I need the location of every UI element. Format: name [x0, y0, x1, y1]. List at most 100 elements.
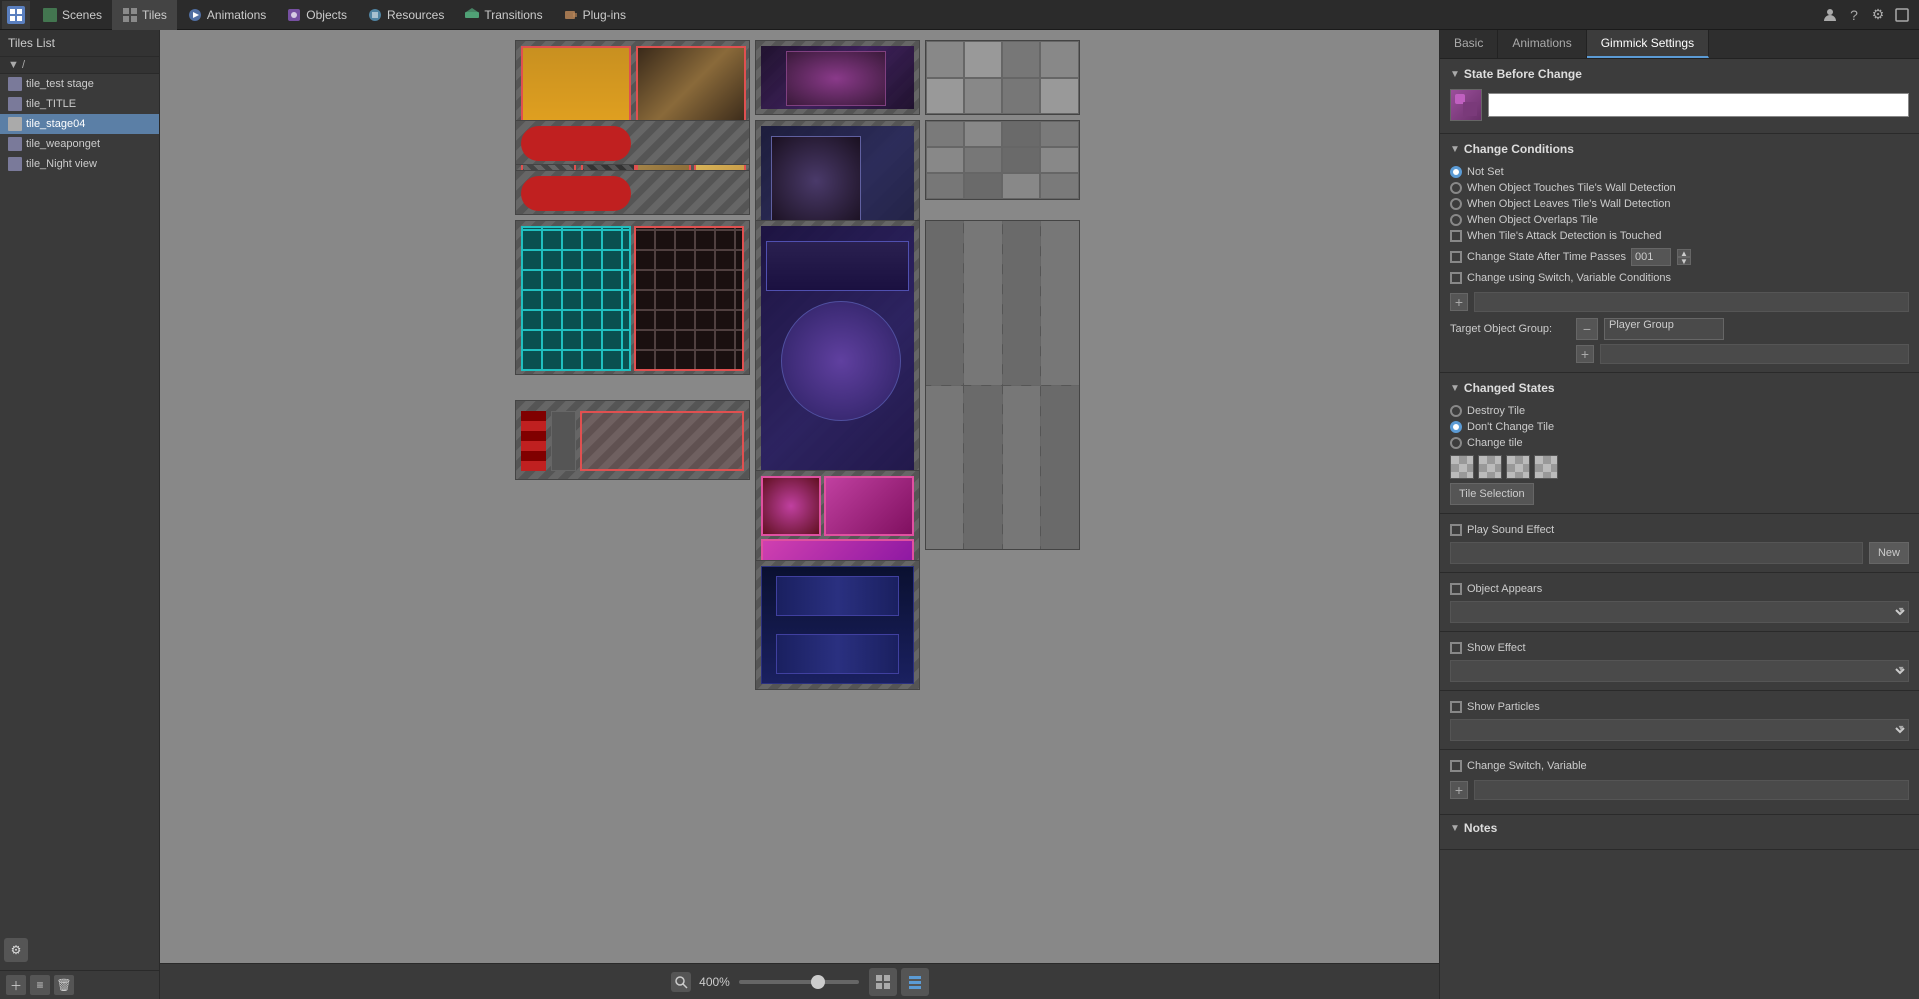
- change-conditions-header: ▼ Change Conditions: [1450, 142, 1909, 156]
- radio-change-tile-label: Change tile: [1467, 437, 1523, 449]
- checkbox-show-particles[interactable]: Show Particles: [1450, 699, 1909, 715]
- checkbox-time-passes[interactable]: Change State After Time Passes ▲ ▼: [1450, 244, 1909, 270]
- help-icon[interactable]: ?: [1845, 6, 1863, 24]
- menu-bar: Scenes Tiles Animations Objects Resource…: [0, 0, 1919, 30]
- radio-destroy-tile[interactable]: Destroy Tile: [1450, 403, 1909, 419]
- checkbox-switch-variable[interactable]: Change using Switch, Variable Conditions: [1450, 270, 1909, 286]
- gear-icon-bottom[interactable]: ⚙: [4, 938, 28, 962]
- checkbox-show-effect[interactable]: Show Effect: [1450, 640, 1909, 656]
- left-sidebar: Tiles List ▼ / tile_test stage tile_TITL…: [0, 30, 160, 999]
- checkbox-object-appears[interactable]: Object Appears: [1450, 581, 1909, 597]
- spinner: ▲ ▼: [1677, 249, 1691, 265]
- switch-input[interactable]: [1474, 780, 1909, 800]
- state-before-change-title: State Before Change: [1464, 67, 1582, 81]
- time-input[interactable]: [1631, 248, 1671, 266]
- tab-resources[interactable]: Resources: [357, 0, 454, 30]
- checkbox-attack-detection[interactable]: When Tile's Attack Detection is Touched: [1450, 228, 1909, 244]
- view-icons: [869, 968, 929, 996]
- remove-group-button[interactable]: −: [1576, 318, 1598, 340]
- object-appears-dropdown[interactable]: [1450, 601, 1909, 623]
- list-button[interactable]: ≡: [30, 975, 50, 995]
- group-select-dropdown[interactable]: Player Group: [1604, 318, 1724, 340]
- tile-preview-cell-2: [1478, 455, 1502, 479]
- change-conditions-title: Change Conditions: [1464, 142, 1574, 156]
- sidebar-item-tile-night-view[interactable]: tile_Night view: [0, 154, 159, 174]
- checkbox-change-switch[interactable]: Change Switch, Variable: [1450, 758, 1909, 774]
- tab-animations[interactable]: Animations: [1498, 30, 1586, 58]
- collapse-toggle-3[interactable]: ▼: [1450, 383, 1460, 394]
- state-before-change-header: ▼ State Before Change: [1450, 67, 1909, 81]
- collapse-toggle[interactable]: ▼: [1450, 69, 1460, 80]
- layer-view-icon[interactable]: [901, 968, 929, 996]
- plus-row-switch: +: [1450, 780, 1909, 800]
- window-icon[interactable]: [1893, 6, 1911, 24]
- checkbox-switch-var-label: Change Switch, Variable: [1467, 760, 1587, 772]
- tab-scenes[interactable]: Scenes: [32, 0, 112, 30]
- change-switch-section: Change Switch, Variable +: [1440, 750, 1919, 815]
- grid-view-icon[interactable]: [869, 968, 897, 996]
- radio-destroy-circle: [1450, 405, 1462, 417]
- radio-dont-change-label: Don't Change Tile: [1467, 421, 1554, 433]
- radio-overlaps-tile-circle: [1450, 214, 1462, 226]
- state-before-change-input[interactable]: [1488, 93, 1909, 117]
- show-particles-dropdown[interactable]: [1450, 719, 1909, 741]
- tab-transitions[interactable]: Transitions: [454, 0, 552, 30]
- radio-not-set[interactable]: Not Set: [1450, 164, 1909, 180]
- radio-overlaps-tile[interactable]: When Object Overlaps Tile: [1450, 212, 1909, 228]
- person-icon[interactable]: [1821, 6, 1839, 24]
- tile-preview-cell-4: [1534, 455, 1558, 479]
- checkbox-play-sound[interactable]: Play Sound Effect: [1450, 522, 1909, 538]
- sidebar-item-tile-stage04[interactable]: tile_stage04: [0, 114, 159, 134]
- tile-selection-button[interactable]: Tile Selection: [1450, 483, 1534, 505]
- zoom-slider[interactable]: [739, 980, 859, 984]
- add-condition-button[interactable]: +: [1450, 293, 1468, 311]
- tab-tiles[interactable]: Tiles: [112, 0, 177, 30]
- main-layout: Tiles List ▼ / tile_test stage tile_TITL…: [0, 30, 1919, 999]
- sidebar-item-tile-title[interactable]: tile_TITLE: [0, 94, 159, 114]
- canvas-area[interactable]: 400%: [160, 30, 1439, 999]
- radio-touches-wall[interactable]: When Object Touches Tile's Wall Detectio…: [1450, 180, 1909, 196]
- collapse-toggle-notes[interactable]: ▼: [1450, 823, 1460, 834]
- tab-gimmick-settings[interactable]: Gimmick Settings: [1587, 30, 1709, 58]
- spinner-down[interactable]: ▼: [1677, 257, 1691, 265]
- show-effect-section: Show Effect: [1440, 632, 1919, 691]
- new-sound-button[interactable]: New: [1869, 542, 1909, 564]
- tile-preview-cell-3: [1506, 455, 1530, 479]
- sidebar-breadcrumb: ▼ /: [0, 57, 159, 74]
- checkbox-switch-label: Change using Switch, Variable Conditions: [1467, 272, 1671, 284]
- checkbox-switch-box: [1450, 272, 1462, 284]
- checkbox-particles-box: [1450, 701, 1462, 713]
- sound-input[interactable]: [1450, 542, 1863, 564]
- checkbox-attack-box: [1450, 230, 1462, 242]
- radio-leaves-wall[interactable]: When Object Leaves Tile's Wall Detection: [1450, 196, 1909, 212]
- tab-animations[interactable]: Animations: [177, 0, 276, 30]
- add-item-button[interactable]: ＋: [6, 975, 26, 995]
- delete-button[interactable]: 🗑: [54, 975, 74, 995]
- group-input[interactable]: [1600, 344, 1909, 364]
- tile-preview-area: [1450, 455, 1909, 479]
- show-effect-dropdown[interactable]: [1450, 660, 1909, 682]
- sidebar-item-tile-weaponget[interactable]: tile_weaponget: [0, 134, 159, 154]
- radio-dont-change-tile[interactable]: Don't Change Tile: [1450, 419, 1909, 435]
- sidebar-item-tile-test-stage[interactable]: tile_test stage: [0, 74, 159, 94]
- right-panel-tabs: Basic Animations Gimmick Settings: [1440, 30, 1919, 59]
- tile-icon: [8, 137, 22, 151]
- tab-plugins[interactable]: Plug-ins: [553, 0, 636, 30]
- target-object-group-label: Target Object Group:: [1450, 323, 1570, 335]
- condition-input[interactable]: [1474, 292, 1909, 312]
- tab-basic[interactable]: Basic: [1440, 30, 1498, 58]
- checkbox-object-box: [1450, 583, 1462, 595]
- tab-objects[interactable]: Objects: [276, 0, 357, 30]
- show-effect-dropdown-wrapper: [1450, 656, 1909, 682]
- collapse-toggle-2[interactable]: ▼: [1450, 144, 1460, 155]
- tile-icon: [8, 97, 22, 111]
- object-appears-section: Object Appears: [1440, 573, 1919, 632]
- radio-change-tile[interactable]: Change tile: [1450, 435, 1909, 451]
- checkbox-attack-label: When Tile's Attack Detection is Touched: [1467, 230, 1662, 242]
- sound-row: New: [1450, 542, 1909, 564]
- add-switch-button[interactable]: +: [1450, 781, 1468, 799]
- radio-touches-wall-circle: [1450, 182, 1462, 194]
- zoom-search-icon[interactable]: [671, 972, 691, 992]
- add-group-button[interactable]: +: [1576, 345, 1594, 363]
- settings-icon[interactable]: ⚙: [1869, 6, 1887, 24]
